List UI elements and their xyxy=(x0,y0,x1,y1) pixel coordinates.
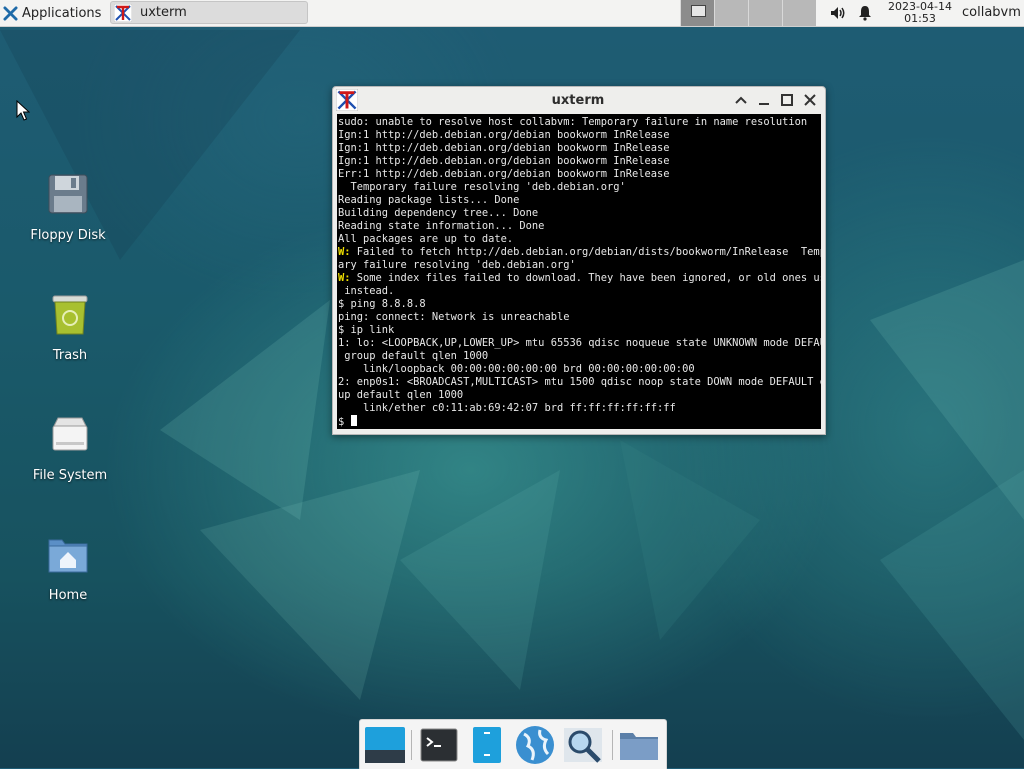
maximize-button[interactable] xyxy=(779,92,795,108)
terminal-line-text: sudo: unable to resolve host collabvm: T… xyxy=(338,116,808,128)
terminal-line: W: Some index files failed to download. … xyxy=(338,272,821,285)
terminal-line-text: up default qlen 1000 xyxy=(338,389,464,401)
terminal-line-text: $ ping 8.8.8.8 xyxy=(338,298,426,310)
terminal-line: $ ip link xyxy=(338,324,821,337)
xterm-icon xyxy=(114,3,132,22)
taskbar-button-label: uxterm xyxy=(140,5,187,20)
applications-menu-button[interactable]: Applications xyxy=(0,0,108,26)
terminal-line: instead. xyxy=(338,285,821,298)
minimize-button[interactable] xyxy=(756,92,772,108)
uxterm-window[interactable]: uxterm sudo: unable to resolve host coll… xyxy=(332,86,826,435)
terminal-line-text: 1: lo: <LOOPBACK,UP,LOWER_UP> mtu 65536 … xyxy=(338,337,821,349)
window-titlebar[interactable]: uxterm xyxy=(333,87,823,114)
terminal-line: Reading package lists... Done xyxy=(338,194,821,207)
terminal-line: 2: enp0s1: <BROADCAST,MULTICAST> mtu 150… xyxy=(338,376,821,389)
terminal-line: Err:1 http://deb.debian.org/debian bookw… xyxy=(338,168,821,181)
terminal-line: group default qlen 1000 xyxy=(338,350,821,363)
terminal-line: Temporary failure resolving 'deb.debian.… xyxy=(338,181,821,194)
terminal-line-text: $ ip link xyxy=(338,324,395,336)
terminal-line: ary failure resolving 'deb.debian.org' xyxy=(338,259,821,272)
workspace-3[interactable] xyxy=(748,0,782,26)
warning-prefix: W: xyxy=(338,246,351,258)
terminal-line-text: Ign:1 http://deb.debian.org/debian bookw… xyxy=(338,155,670,167)
terminal-line-text: Reading package lists... Done xyxy=(338,194,520,206)
terminal-line: Reading state information... Done xyxy=(338,220,821,233)
hard-drive-icon xyxy=(52,417,88,451)
terminal-line-text: 2: enp0s1: <BROADCAST,MULTICAST> mtu 150… xyxy=(338,376,821,388)
file-manager-icon[interactable] xyxy=(466,724,508,766)
terminal-line-text: Temporary failure resolving 'deb.debian.… xyxy=(338,181,626,193)
workspace-2[interactable] xyxy=(714,0,748,26)
user-menu[interactable]: collabvm xyxy=(962,5,1021,20)
terminal-line-text: All packages are up to date. xyxy=(338,233,514,245)
shade-button[interactable] xyxy=(733,92,749,108)
terminal-line: link/loopback 00:00:00:00:00:00 brd 00:0… xyxy=(338,363,821,376)
terminal-line: W: Failed to fetch http://deb.debian.org… xyxy=(338,246,821,259)
terminal-line: Building dependency tree... Done xyxy=(338,207,821,220)
terminal-line: All packages are up to date. xyxy=(338,233,821,246)
bottom-dock xyxy=(359,719,667,769)
terminal-line: ping: connect: Network is unreachable xyxy=(338,311,821,324)
terminal-cursor xyxy=(350,415,357,426)
floppy-disk-icon xyxy=(48,174,88,214)
desktop-icon-label: Floppy Disk xyxy=(30,228,106,243)
top-panel: Applications uxterm 2023-04-14 01:53 col… xyxy=(0,0,1024,27)
terminal-line: 1: lo: <LOOPBACK,UP,LOWER_UP> mtu 65536 … xyxy=(338,337,821,350)
terminal-line: link/ether c0:11:ab:69:42:07 brd ff:ff:f… xyxy=(338,402,821,415)
terminal-line-text: ary failure resolving 'deb.debian.org' xyxy=(338,259,576,271)
show-desktop-icon[interactable] xyxy=(364,724,406,766)
terminal-line-text: link/ether c0:11:ab:69:42:07 brd ff:ff:f… xyxy=(338,402,676,414)
desktop-icon-label: File System xyxy=(32,468,108,483)
folder-icon[interactable] xyxy=(618,724,660,766)
terminal-line-text: Err:1 http://deb.debian.org/debian bookw… xyxy=(338,168,670,180)
warning-prefix: W: xyxy=(338,272,351,284)
trash-icon xyxy=(52,295,88,335)
mouse-cursor-icon xyxy=(16,100,30,121)
terminal-output[interactable]: sudo: unable to resolve host collabvm: T… xyxy=(337,114,821,429)
xfce-logo-icon xyxy=(3,5,18,21)
window-preview-icon xyxy=(691,5,706,17)
workspace-1[interactable] xyxy=(680,0,714,26)
terminal-line: Ign:1 http://deb.debian.org/debian bookw… xyxy=(338,129,821,142)
terminal-prompt: $ xyxy=(338,416,351,428)
terminal-line-text: link/loopback 00:00:00:00:00:00 brd 00:0… xyxy=(338,363,695,375)
desktop-icon-label: Trash xyxy=(52,348,88,363)
close-button[interactable] xyxy=(802,92,818,108)
volume-icon[interactable] xyxy=(829,4,847,22)
home-folder-icon xyxy=(48,539,88,573)
terminal-line-text: ping: connect: Network is unreachable xyxy=(338,311,570,323)
dock-separator xyxy=(411,730,412,760)
taskbar-button-uxterm[interactable]: uxterm xyxy=(110,1,308,24)
terminal-emulator-icon[interactable] xyxy=(418,724,460,766)
web-browser-icon[interactable] xyxy=(514,724,556,766)
clock-time: 01:53 xyxy=(904,12,936,25)
panel-clock[interactable]: 2023-04-14 01:53 xyxy=(884,1,956,25)
terminal-line-text: instead. xyxy=(338,285,395,297)
workspace-4[interactable] xyxy=(782,0,816,26)
terminal-line: up default qlen 1000 xyxy=(338,389,821,402)
dock-separator xyxy=(612,730,613,760)
notification-bell-icon[interactable] xyxy=(856,4,874,22)
window-title: uxterm xyxy=(551,93,605,108)
desktop-icon-file-system[interactable]: File System xyxy=(22,412,118,483)
terminal-line-text: Ign:1 http://deb.debian.org/debian bookw… xyxy=(338,129,670,141)
terminal-line-text: Reading state information... Done xyxy=(338,220,545,232)
terminal-line-text: Failed to fetch http://deb.debian.org/de… xyxy=(350,246,821,258)
terminal-prompt-line[interactable]: $ xyxy=(338,415,821,429)
terminal-line-text: Some index files failed to download. The… xyxy=(350,272,821,284)
desktop-icon-floppy-disk[interactable]: Floppy Disk xyxy=(20,172,116,243)
terminal-line-text: Building dependency tree... Done xyxy=(338,207,539,219)
terminal-line: Ign:1 http://deb.debian.org/debian bookw… xyxy=(338,155,821,168)
desktop-icon-trash[interactable]: Trash xyxy=(22,292,118,363)
terminal-line: Ign:1 http://deb.debian.org/debian bookw… xyxy=(338,142,821,155)
terminal-line: sudo: unable to resolve host collabvm: T… xyxy=(338,116,821,129)
search-icon[interactable] xyxy=(562,724,604,766)
applications-label: Applications xyxy=(22,5,102,21)
terminal-line-text: group default qlen 1000 xyxy=(338,350,489,362)
desktop-icon-label: Home xyxy=(48,588,88,603)
terminal-line-text: Ign:1 http://deb.debian.org/debian bookw… xyxy=(338,142,670,154)
terminal-line: $ ping 8.8.8.8 xyxy=(338,298,821,311)
desktop-icon-home[interactable]: Home xyxy=(20,532,116,603)
